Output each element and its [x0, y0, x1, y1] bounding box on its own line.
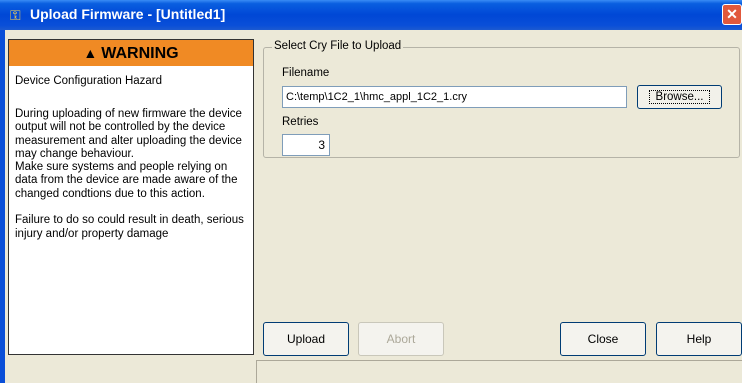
warning-body: During uploading of new firmware the dev…	[15, 108, 244, 240]
warning-header-label: WARNING	[101, 45, 179, 62]
close-button[interactable]: Close	[560, 322, 646, 356]
status-bar	[256, 360, 742, 383]
browse-button-label: Browse...	[648, 90, 711, 104]
window-frame	[0, 30, 5, 383]
help-button[interactable]: Help	[656, 322, 742, 356]
title-bar[interactable]: ⚿ Upload Firmware - [Untitled1] ✕	[0, 0, 742, 30]
abort-button[interactable]: Abort	[358, 322, 444, 356]
window-title: Upload Firmware - [Untitled1]	[30, 6, 226, 22]
window-close-button[interactable]: ✕	[722, 4, 742, 25]
warning-panel: ▲ WARNING Device Configuration Hazard Dur…	[8, 39, 254, 355]
close-icon: ✕	[726, 6, 738, 22]
filename-label: Filename	[282, 67, 330, 79]
warning-header: ▲ WARNING	[9, 40, 253, 66]
browse-button[interactable]: Browse...	[637, 85, 722, 109]
retries-field[interactable]: 3	[282, 134, 330, 156]
group-legend: Select Cry File to Upload	[272, 40, 404, 52]
warning-title: Device Configuration Hazard	[15, 75, 163, 87]
firmware-icon: ⚿	[10, 7, 21, 23]
upload-button[interactable]: Upload	[263, 322, 349, 356]
warning-triangle-icon: ▲	[83, 45, 98, 61]
filename-field[interactable]: C:\temp\1C2_1\hmc_appl_1C2_1.cry	[282, 86, 627, 108]
retries-label: Retries	[282, 116, 319, 128]
